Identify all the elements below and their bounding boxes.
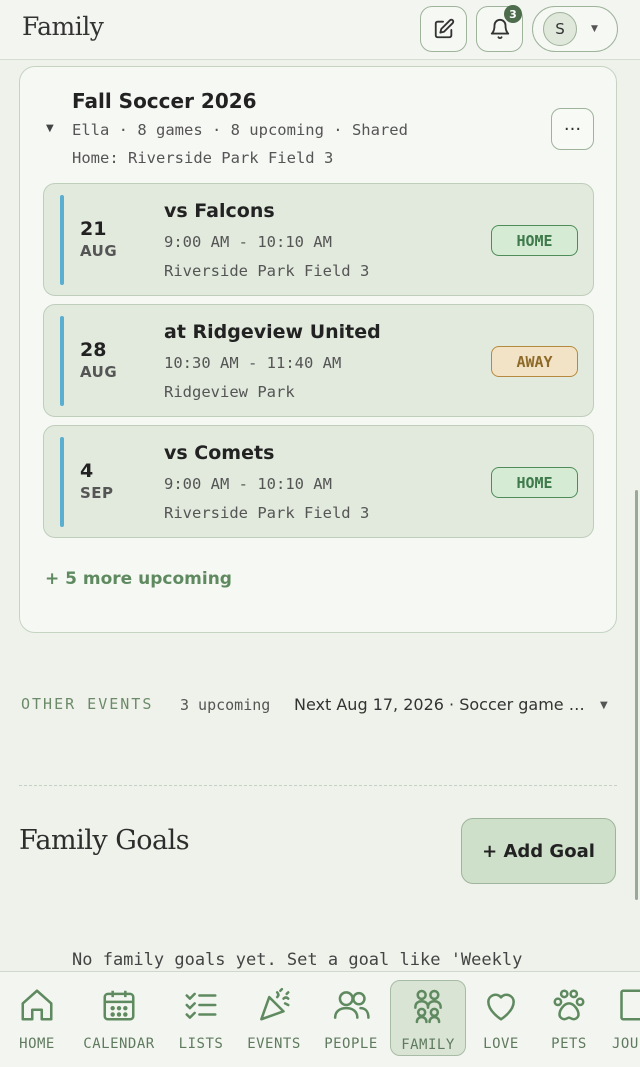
paw-icon xyxy=(553,989,585,1021)
chevron-down-icon[interactable]: ▼ xyxy=(600,700,608,711)
edit-button[interactable] xyxy=(420,6,467,52)
game-accent-bar xyxy=(60,437,64,527)
away-badge: AWAY xyxy=(491,346,578,377)
game-month: AUG xyxy=(80,242,118,260)
collapse-caret-icon[interactable]: ▼ xyxy=(46,123,54,134)
game-opponent: vs Falcons xyxy=(164,200,275,222)
nav-calendar[interactable]: CALENDAR xyxy=(80,980,158,1056)
nav-family[interactable]: FAMILY xyxy=(390,980,466,1056)
bottom-nav: HOME CALENDAR LISTS EVENTS PEOPLE FAMILY… xyxy=(0,971,640,1067)
app-header: Family 3 S ▼ xyxy=(0,0,640,60)
people-icon xyxy=(333,991,370,1019)
family-icon xyxy=(414,989,442,1024)
game-accent-bar xyxy=(60,316,64,406)
nav-label: LISTS xyxy=(178,1036,224,1052)
nav-home[interactable]: HOME xyxy=(12,980,62,1056)
nav-people[interactable]: PEOPLE xyxy=(320,980,382,1056)
game-opponent: at Ridgeview United xyxy=(164,321,381,343)
heart-icon xyxy=(487,993,515,1021)
season-home-field: Home: Riverside Park Field 3 xyxy=(72,149,334,167)
nav-label: CALENDAR xyxy=(83,1036,155,1052)
game-time: 9:00 AM - 10:10 AM xyxy=(164,475,332,493)
season-meta: Ella · 8 games · 8 upcoming · Shared xyxy=(72,121,408,139)
nav-pets[interactable]: PETS xyxy=(544,980,594,1056)
avatar: S xyxy=(543,12,577,46)
season-title: Fall Soccer 2026 xyxy=(72,89,257,113)
home-badge: HOME xyxy=(491,225,578,256)
page-title: Family xyxy=(22,12,104,41)
game-time: 10:30 AM - 11:40 AM xyxy=(164,354,342,372)
game-location: Riverside Park Field 3 xyxy=(164,262,370,280)
game-day: 4 xyxy=(80,460,94,482)
game-day: 21 xyxy=(80,218,107,240)
game-month: SEP xyxy=(80,484,114,502)
family-goals-title: Family Goals xyxy=(19,825,190,856)
more-upcoming-link[interactable]: + 5 more upcoming xyxy=(45,569,232,589)
calendar-icon xyxy=(103,990,135,1021)
nav-label: HOME xyxy=(19,1036,55,1052)
nav-label: PEOPLE xyxy=(324,1036,378,1052)
scrollbar[interactable] xyxy=(635,490,638,900)
game-month: AUG xyxy=(80,363,118,381)
nav-love[interactable]: LOVE xyxy=(476,980,526,1056)
notifications-button[interactable]: 3 xyxy=(476,5,523,52)
more-options-button[interactable]: ··· xyxy=(551,108,594,150)
chevron-down-icon: ▼ xyxy=(591,24,598,34)
home-badge: HOME xyxy=(491,467,578,498)
game-accent-bar xyxy=(60,195,64,285)
party-icon xyxy=(260,987,290,1021)
edit-icon xyxy=(434,18,454,39)
nav-label: FAMILY xyxy=(401,1037,455,1053)
game-card[interactable]: 21 AUG vs Falcons 9:00 AM - 10:10 AM Riv… xyxy=(43,183,594,296)
nav-label: PETS xyxy=(551,1036,587,1052)
nav-label: LOVE xyxy=(483,1036,519,1052)
add-goal-button[interactable]: + Add Goal xyxy=(461,818,616,884)
other-events-count: 3 upcoming xyxy=(180,696,271,714)
game-time: 9:00 AM - 10:10 AM xyxy=(164,233,332,251)
user-menu-button[interactable]: S ▼ xyxy=(532,6,618,52)
game-card[interactable]: 28 AUG at Ridgeview United 10:30 AM - 11… xyxy=(43,304,594,417)
more-icon: ··· xyxy=(563,118,582,140)
game-location: Riverside Park Field 3 xyxy=(164,504,370,522)
notification-badge: 3 xyxy=(504,5,522,23)
season-card: Fall Soccer 2026 ▼ Ella · 8 games · 8 up… xyxy=(19,66,617,633)
game-location: Ridgeview Park xyxy=(164,383,295,401)
other-events-label[interactable]: OTHER EVENTS xyxy=(21,695,153,713)
nav-lists[interactable]: LISTS xyxy=(174,980,228,1056)
game-day: 28 xyxy=(80,339,107,361)
list-icon xyxy=(185,992,217,1019)
nav-journal[interactable]: JOU xyxy=(612,980,640,1056)
nav-label: JOU xyxy=(612,1036,639,1052)
other-events-next: Next Aug 17, 2026 · Soccer game v... xyxy=(294,695,590,714)
game-card[interactable]: 4 SEP vs Comets 9:00 AM - 10:10 AM River… xyxy=(43,425,594,538)
journal-icon xyxy=(620,989,640,1021)
nav-events[interactable]: EVENTS xyxy=(244,980,304,1056)
nav-label: EVENTS xyxy=(247,1036,301,1052)
home-icon xyxy=(21,989,53,1021)
section-divider xyxy=(19,785,617,786)
goals-empty-text: No family goals yet. Set a goal like 'We… xyxy=(72,950,523,970)
game-opponent: vs Comets xyxy=(164,442,275,464)
